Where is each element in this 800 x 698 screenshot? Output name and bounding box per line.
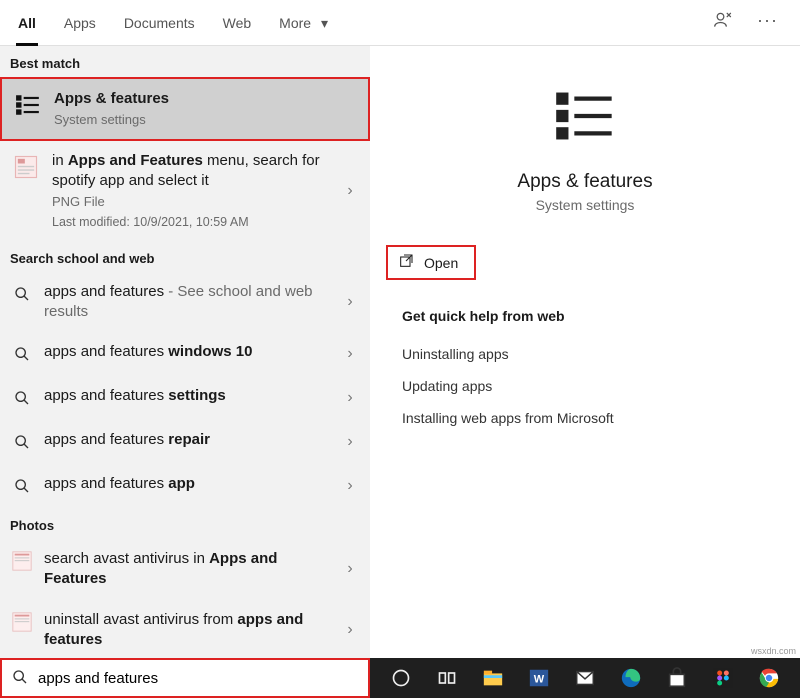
text: apps and features (44, 387, 168, 404)
text: apps and features (44, 431, 168, 448)
chevron-right-icon[interactable]: › (338, 182, 362, 200)
svg-text:W: W (534, 674, 545, 686)
section-photos: Photos (0, 508, 370, 539)
result-title: apps and features settings (44, 386, 338, 406)
web-result-4[interactable]: apps and features app › (0, 464, 370, 508)
taskbar: W (0, 658, 800, 698)
result-subtitle: PNG File (52, 193, 338, 211)
photo-result-1[interactable]: uninstall avast antivirus from apps and … (0, 600, 370, 658)
result-title: search avast antivirus in Apps and Featu… (44, 549, 338, 590)
help-link-installing-web[interactable]: Installing web apps from Microsoft (402, 402, 768, 434)
results-pane: Best match Apps & features System settin… (0, 46, 370, 658)
chevron-right-icon[interactable]: › (338, 477, 362, 495)
tab-more[interactable]: More ▾ (265, 0, 342, 46)
search-icon (10, 474, 34, 498)
text: apps and features (44, 283, 164, 300)
quick-help-heading: Get quick help from web (402, 308, 768, 324)
taskbar-figma-icon[interactable] (710, 665, 736, 691)
chevron-right-icon[interactable]: › (338, 560, 362, 578)
chevron-right-icon[interactable]: › (338, 389, 362, 407)
result-title: uninstall avast antivirus from apps and … (44, 610, 338, 651)
tab-apps[interactable]: Apps (50, 0, 110, 46)
search-icon (10, 342, 34, 366)
chevron-right-icon[interactable]: › (338, 433, 362, 451)
taskbar-taskview-icon[interactable] (434, 665, 460, 691)
text-bold: Apps and Features (68, 152, 203, 169)
image-file-icon (10, 151, 42, 183)
search-input[interactable] (36, 669, 358, 688)
section-best-match: Best match (0, 46, 370, 77)
web-result-1[interactable]: apps and features windows 10 › (0, 332, 370, 376)
taskbar-cortana-icon[interactable] (388, 665, 414, 691)
result-title: apps and features app (44, 474, 338, 494)
text: apps and features (44, 475, 168, 492)
search-icon (12, 669, 36, 688)
search-box[interactable] (0, 658, 370, 698)
result-title: Apps & features (54, 89, 360, 109)
text: in (52, 152, 68, 169)
preview-subtitle: System settings (390, 197, 780, 213)
tab-web[interactable]: Web (209, 0, 266, 46)
search-icon (10, 386, 34, 410)
text-bold: windows 10 (168, 343, 252, 360)
taskbar-chrome-icon[interactable] (756, 665, 782, 691)
help-link-updating[interactable]: Updating apps (402, 370, 768, 402)
preview-pane: Apps & features System settings Open Get… (370, 46, 800, 658)
image-thumb-icon (10, 549, 34, 573)
chevron-right-icon[interactable]: › (338, 621, 362, 639)
result-title: apps and features repair (44, 430, 338, 450)
search-icon (10, 282, 34, 306)
open-button[interactable]: Open (386, 245, 476, 280)
help-link-uninstalling[interactable]: Uninstalling apps (402, 338, 768, 370)
web-result-0[interactable]: apps and features - See school and web r… (0, 272, 370, 333)
open-icon (398, 253, 414, 272)
tab-all[interactable]: All (4, 0, 50, 46)
filter-tabs: All Apps Documents Web More ▾ ··· (0, 0, 800, 46)
preview-title: Apps & features (390, 171, 780, 193)
text-bold: app (168, 475, 195, 492)
section-search-school-web: Search school and web (0, 241, 370, 272)
text: apps and features (44, 343, 168, 360)
web-result-3[interactable]: apps and features repair › (0, 420, 370, 464)
result-title: in Apps and Features menu, search for sp… (52, 151, 338, 192)
tab-documents[interactable]: Documents (110, 0, 209, 46)
taskbar-edge-icon[interactable] (618, 665, 644, 691)
result-apps-and-features[interactable]: Apps & features System settings (0, 77, 370, 141)
open-label: Open (424, 255, 458, 271)
result-subtitle: System settings (54, 111, 360, 129)
search-icon (10, 430, 34, 454)
web-result-2[interactable]: apps and features settings › (0, 376, 370, 420)
chevron-down-icon: ▾ (321, 15, 328, 31)
text-bold: settings (168, 387, 226, 404)
feedback-icon[interactable] (713, 10, 733, 35)
text: search avast antivirus in (44, 550, 209, 567)
watermark: wsxdn.com (751, 646, 796, 656)
taskbar-store-icon[interactable] (664, 665, 690, 691)
chevron-right-icon[interactable]: › (338, 293, 362, 311)
result-modified: Last modified: 10/9/2021, 10:59 AM (52, 214, 338, 231)
more-options-icon[interactable]: ··· (757, 10, 778, 35)
image-thumb-icon (10, 610, 34, 634)
taskbar-explorer-icon[interactable] (480, 665, 506, 691)
taskbar-mail-icon[interactable] (572, 665, 598, 691)
taskbar-word-icon[interactable]: W (526, 665, 552, 691)
settings-list-icon (12, 89, 44, 121)
settings-list-icon-large (553, 84, 617, 151)
text-bold: repair (168, 431, 210, 448)
result-title: apps and features windows 10 (44, 342, 338, 362)
tab-more-label: More (279, 15, 311, 31)
photo-result-0[interactable]: search avast antivirus in Apps and Featu… (0, 539, 370, 600)
chevron-right-icon[interactable]: › (338, 345, 362, 363)
result-png-file[interactable]: in Apps and Features menu, search for sp… (0, 141, 370, 241)
result-title: apps and features - See school and web r… (44, 282, 338, 323)
text: uninstall avast antivirus from (44, 611, 237, 628)
